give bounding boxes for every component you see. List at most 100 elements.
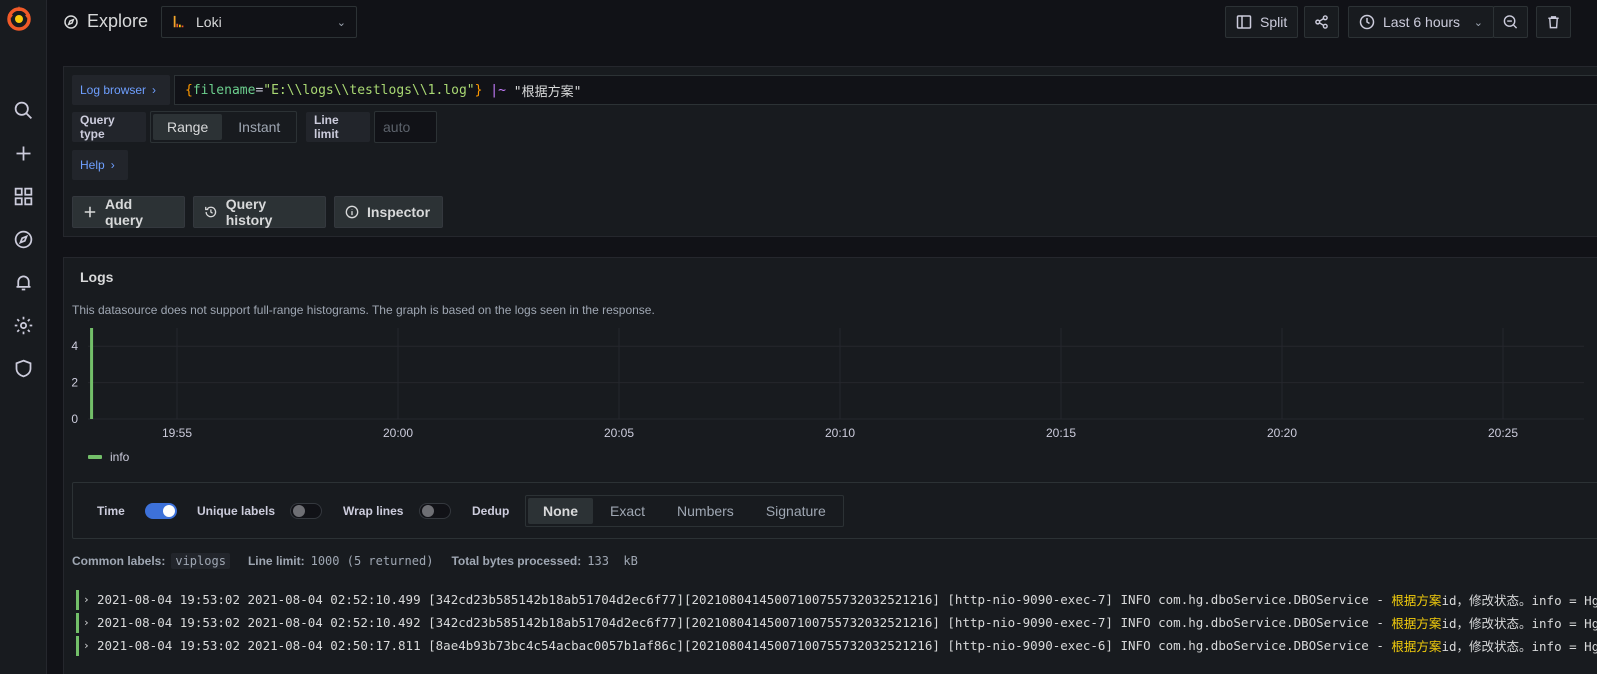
add-query-button[interactable]: Add query (72, 196, 185, 228)
chevron-down-icon: ⌄ (1473, 16, 1483, 29)
line-limit-label: Line limit (306, 112, 370, 142)
query-editor-panel: Log browser › {filename = "E:\\logs\\testl… (63, 66, 1597, 237)
plus-icon (84, 206, 96, 218)
split-button[interactable]: Split (1225, 6, 1299, 38)
query-filter-op: |~ (490, 82, 506, 98)
log-line-text: 2021-08-04 19:53:02 2021-08-04 02:52:10.… (97, 615, 1392, 630)
chevron-right-icon[interactable]: › (83, 639, 97, 652)
time-range-picker[interactable]: Last 6 hours ⌄ (1348, 6, 1494, 38)
line-limit-input[interactable] (374, 111, 437, 143)
dedup-exact[interactable]: Exact (595, 498, 660, 524)
page-title: Explore (63, 11, 148, 32)
log-highlight: 根据方案 (1391, 639, 1442, 654)
search-icon[interactable] (8, 95, 38, 125)
page-title-text: Explore (87, 11, 149, 31)
query-label-key: filename (192, 82, 256, 98)
dedup-radio: None Exact Numbers Signature (525, 495, 844, 527)
log-row[interactable]: › 2021-08-04 19:53:02 2021-08-04 02:52:1… (76, 588, 1597, 611)
shield-icon[interactable] (8, 353, 38, 383)
query-filter-text: "根据方案" (513, 84, 582, 100)
dedup-signature[interactable]: Signature (751, 498, 841, 524)
logs-title: Logs (80, 269, 114, 285)
log-line-text: 2021-08-04 19:53:02 2021-08-04 02:52:10.… (97, 592, 1392, 607)
delete-button[interactable] (1536, 6, 1571, 38)
clock-icon (1359, 14, 1375, 30)
inspector-button[interactable]: Inspector (334, 196, 443, 228)
query-input[interactable]: {filename = "E:\\logs\\testlogs\\1.log"} |… (174, 75, 1597, 105)
grafana-logo[interactable] (5, 4, 33, 32)
log-row[interactable]: › 2021-08-04 19:53:02 2021-08-04 02:50:1… (76, 634, 1597, 657)
explore-icon[interactable] (8, 224, 38, 254)
y-tick-label: 4 (71, 339, 78, 353)
chevron-down-icon: ⌄ (336, 16, 346, 29)
log-line-rest: id，修改状态。info = HgFlowPlan (1441, 593, 1597, 608)
time-toggle[interactable] (145, 503, 177, 519)
toggle-knob (293, 505, 305, 517)
legend-label: info (110, 450, 130, 464)
log-browser-button[interactable]: Log browser › (72, 75, 170, 105)
log-level-indicator (76, 589, 79, 610)
log-row[interactable]: › 2021-08-04 19:53:02 2021-08-04 02:52:1… (76, 611, 1597, 634)
x-tick-label: 20:25 (1488, 426, 1518, 440)
x-tick-label: 20:05 (604, 426, 634, 440)
help-button[interactable]: Help › (72, 150, 128, 180)
help-label: Help (80, 158, 105, 172)
histogram-note: This datasource does not support full-ra… (72, 303, 655, 317)
log-line-rest: id，修改状态。info = HgFlowPlan (1441, 616, 1597, 631)
gear-icon[interactable] (8, 310, 38, 340)
histogram-bar (90, 328, 94, 419)
query-type-radio: Range Instant (150, 111, 298, 143)
log-browser-label: Log browser (80, 83, 147, 97)
chevron-right-icon: › (152, 83, 157, 97)
toggle-knob (422, 505, 434, 517)
logs-volume-graph[interactable]: 0 2 4 19:55 20:00 20:05 20:10 20:15 20:20 20:25 (64, 324, 1584, 464)
topbar: Explore Loki ⌄ Split Last 6 hours ⌄ (47, 0, 1597, 44)
query-label-value: "E:\\logs\\testlogs\\1.log" (263, 82, 475, 98)
zoom-out-icon (1503, 15, 1518, 29)
legend-item-info[interactable]: info (88, 450, 129, 464)
share-icon (1315, 15, 1328, 29)
log-level-indicator (76, 635, 79, 656)
query-history-button[interactable]: Query history (193, 196, 326, 228)
log-options-bar: Time Unique labels Wrap lines Dedup None… (72, 482, 1597, 539)
explore-icon (64, 14, 78, 29)
query-close-brace: } (474, 82, 483, 98)
dedup-none[interactable]: None (528, 498, 593, 524)
total-bytes-key: Total bytes processed: (451, 554, 582, 568)
query-history-label: Query history (225, 196, 273, 228)
time-toggle-label: Time (97, 504, 125, 518)
datasource-name: Loki (196, 14, 222, 30)
wrap-lines-toggle[interactable] (419, 503, 451, 519)
dedup-numbers[interactable]: Numbers (662, 498, 749, 524)
log-rows: › 2021-08-04 19:53:02 2021-08-04 02:52:1… (76, 588, 1597, 657)
dashboards-icon[interactable] (8, 181, 38, 211)
log-level-indicator (76, 612, 79, 633)
chevron-right-icon[interactable]: › (83, 593, 97, 606)
query-type-instant[interactable]: Instant (224, 114, 294, 140)
x-tick-label: 20:00 (383, 426, 413, 440)
line-limit-value: 1000 (5 returned) (310, 554, 434, 568)
time-range-label: Last 6 hours (1383, 14, 1461, 30)
datasource-picker[interactable]: Loki ⌄ (161, 6, 357, 38)
total-bytes-value: 133 kB (587, 554, 638, 568)
zoom-out-button[interactable] (1493, 6, 1528, 38)
chevron-right-icon: › (110, 158, 115, 172)
add-query-label: Add query (104, 196, 144, 228)
y-tick-label: 2 (71, 376, 78, 390)
query-type-label: Query type (72, 112, 146, 142)
history-icon (205, 206, 217, 218)
share-button[interactable] (1304, 6, 1339, 38)
inspector-label: Inspector (367, 204, 431, 220)
logs-panel: Logs This datasource does not support fu… (63, 257, 1597, 674)
log-line-text: 2021-08-04 19:53:02 2021-08-04 02:50:17.… (97, 638, 1392, 653)
query-eq: = (255, 82, 264, 98)
alerting-bell-icon[interactable] (8, 267, 38, 297)
split-icon (1236, 15, 1252, 29)
unique-labels-toggle[interactable] (290, 503, 322, 519)
chevron-right-icon[interactable]: › (83, 616, 97, 629)
wrap-lines-toggle-label: Wrap lines (343, 504, 404, 518)
logs-meta: Common labels: viplogs Line limit: 1000 … (72, 553, 656, 569)
plus-icon[interactable] (8, 138, 38, 168)
common-labels-key: Common labels: (72, 554, 166, 568)
query-type-range[interactable]: Range (153, 114, 223, 140)
